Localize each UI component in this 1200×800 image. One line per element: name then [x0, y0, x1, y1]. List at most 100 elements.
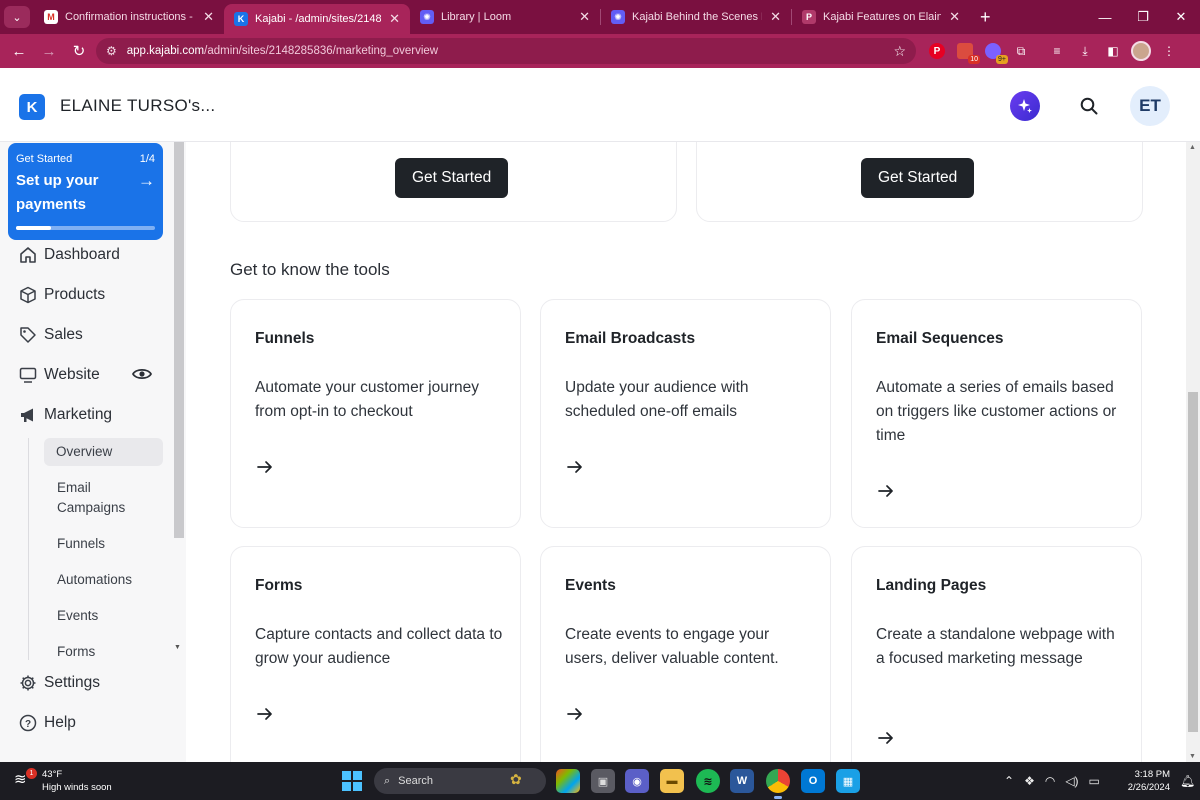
media-control-icon[interactable]: ≡: [1046, 40, 1068, 62]
tool-card-description: Capture contacts and collect data to gro…: [255, 626, 503, 667]
browser-tab-gmail[interactable]: M Confirmation instructions - your ✕: [34, 0, 224, 34]
tab-search-button[interactable]: ⌄: [4, 6, 30, 28]
sidebar-subitem-funnels[interactable]: Funnels: [57, 534, 105, 554]
browser-tab-loom-demo[interactable]: ✺ Kajabi Behind the Scenes Demo ✕: [601, 0, 791, 34]
bookmark-star-icon[interactable]: ☆: [893, 43, 906, 60]
tab-close-icon[interactable]: ✕: [949, 9, 960, 25]
tool-card-landing-pages[interactable]: Landing Pages Create a standalone webpag…: [851, 546, 1142, 762]
timer-extension-icon[interactable]: 9+: [982, 40, 1008, 64]
close-window-icon[interactable]: ✕: [1162, 0, 1200, 34]
site-name[interactable]: ELAINE TURSO's...: [60, 96, 215, 116]
side-panel-icon[interactable]: ◧: [1102, 40, 1124, 62]
new-tab-icon[interactable]: +: [980, 7, 991, 28]
sidebar-subitem-automations[interactable]: Automations: [57, 570, 132, 590]
scroll-down-icon[interactable]: ▼: [1189, 753, 1196, 760]
sidebar-item-website[interactable]: Website: [18, 363, 100, 387]
tool-card-description: Automate your customer journey from opt-…: [255, 379, 479, 420]
taskbar-clock[interactable]: 3:18 PM 2/26/2024: [1118, 768, 1170, 794]
forward-icon[interactable]: →: [34, 36, 64, 66]
windows-start-icon[interactable]: [342, 771, 362, 791]
tab-title: Library | Loom: [441, 11, 512, 23]
site-info-icon[interactable]: ⚙: [106, 44, 117, 58]
sidebar-subitem-forms[interactable]: Forms: [57, 642, 95, 662]
user-avatar[interactable]: ET: [1130, 86, 1170, 126]
tool-card-forms[interactable]: Forms Capture contacts and collect data …: [230, 546, 521, 762]
dropbox-tray-icon[interactable]: ❖: [1024, 774, 1035, 788]
download-icon[interactable]: ⤓: [1074, 40, 1096, 62]
wifi-icon[interactable]: ◠: [1045, 774, 1055, 788]
sidebar-item-products[interactable]: Products: [18, 283, 105, 307]
todoist-extension-icon[interactable]: 10: [954, 40, 980, 64]
tool-card-email-broadcasts[interactable]: Email Broadcasts Update your audience wi…: [540, 299, 831, 528]
profile-avatar-icon[interactable]: [1130, 40, 1152, 62]
sidebar-item-marketing[interactable]: Marketing: [18, 403, 112, 427]
kajabi-logo-icon[interactable]: K: [19, 94, 45, 120]
outlook-app-icon[interactable]: O: [801, 769, 825, 793]
arrow-right-icon[interactable]: [876, 481, 896, 501]
preview-eye-icon[interactable]: [131, 363, 153, 385]
scrollbar-thumb[interactable]: [174, 142, 184, 538]
word-app-icon[interactable]: W: [730, 769, 754, 793]
get-started-button[interactable]: Get Started: [395, 158, 509, 198]
sidebar-item-settings[interactable]: Settings: [18, 671, 100, 695]
search-button[interactable]: [1074, 91, 1104, 121]
sidebar-subitem-email-campaigns[interactable]: Email Campaigns: [57, 478, 147, 518]
browser-tab-loom-library[interactable]: ✺ Library | Loom ✕: [410, 0, 600, 34]
tab-close-icon[interactable]: ✕: [579, 9, 590, 25]
address-bar[interactable]: ⚙ app.kajabi.com/admin/sites/2148285836/…: [96, 38, 916, 64]
sidebar-item-help[interactable]: ? Help: [18, 711, 76, 735]
maximize-icon[interactable]: ❐: [1124, 0, 1162, 34]
chrome-app-icon[interactable]: [766, 769, 790, 799]
browser-menu-icon[interactable]: ⋮: [1158, 40, 1180, 62]
arrow-right-icon[interactable]: [565, 457, 585, 477]
reload-icon[interactable]: ↻: [64, 36, 94, 66]
task-view-icon[interactable]: ▣: [591, 769, 615, 793]
sidebar-subitem-events[interactable]: Events: [57, 606, 98, 626]
get-started-button[interactable]: Get Started: [861, 158, 975, 198]
minimize-icon[interactable]: —: [1086, 0, 1124, 34]
scrollbar-thumb[interactable]: [1188, 392, 1198, 732]
extensions-puzzle-icon[interactable]: ⧉: [1010, 40, 1032, 62]
arrow-right-icon[interactable]: [876, 728, 896, 748]
calculator-app-icon[interactable]: ▦: [836, 769, 860, 793]
copilot-app-icon[interactable]: [556, 769, 580, 793]
onboarding-card: Get Started: [230, 142, 677, 222]
battery-icon[interactable]: ▭: [1089, 774, 1100, 788]
browser-tab-strip: ⌄ M Confirmation instructions - your ✕ K…: [0, 0, 1200, 34]
pinterest-extension-icon[interactable]: P: [926, 40, 948, 62]
sidebar-item-sales[interactable]: Sales: [18, 323, 83, 347]
tool-card-description: Create a standalone webpage with a focus…: [876, 626, 1115, 667]
sidebar-scrollbar[interactable]: ▼: [173, 142, 185, 662]
tray-overflow-icon[interactable]: ⌃: [1004, 774, 1014, 788]
back-icon[interactable]: ←: [4, 36, 34, 66]
tool-card-events[interactable]: Events Create events to engage your user…: [540, 546, 831, 762]
get-started-label: Get Started: [16, 153, 73, 165]
weather-widget[interactable]: ≋ 1 43°F High winds soon: [14, 768, 112, 794]
sidebar-item-dashboard[interactable]: Dashboard: [18, 243, 120, 267]
file-explorer-icon[interactable]: ▬: [660, 769, 684, 793]
sidebar-subitem-overview[interactable]: Overview: [44, 438, 163, 466]
scroll-up-icon[interactable]: ▲: [1189, 144, 1196, 151]
tab-close-icon[interactable]: ✕: [770, 9, 781, 25]
tool-card-funnels[interactable]: Funnels Automate your customer journey f…: [230, 299, 521, 528]
taskbar-search[interactable]: ⌕ Search ✿: [374, 768, 546, 794]
ai-assistant-button[interactable]: [1010, 91, 1040, 121]
sidebar-item-label: Dashboard: [44, 246, 120, 263]
get-started-card[interactable]: Get Started 1/4 Set up your payments →: [8, 143, 163, 240]
tool-card-title: Funnels: [255, 330, 315, 347]
volume-icon[interactable]: ◁): [1065, 774, 1078, 788]
arrow-right-icon[interactable]: [255, 457, 275, 477]
teams-chat-icon[interactable]: ◉: [625, 769, 649, 793]
tab-close-icon[interactable]: ✕: [203, 9, 214, 25]
spotify-icon[interactable]: ≋: [696, 769, 720, 793]
arrow-right-icon[interactable]: [565, 704, 585, 724]
main-scrollbar[interactable]: ▲ ▼: [1186, 142, 1200, 762]
arrow-right-icon[interactable]: [255, 704, 275, 724]
notification-bell-icon[interactable]: 🔔︎: [1180, 774, 1195, 788]
scroll-down-icon[interactable]: ▼: [174, 644, 181, 651]
browser-tab-kajabi[interactable]: K Kajabi - /admin/sites/21482858 ✕: [224, 4, 410, 34]
tool-card-email-sequences[interactable]: Email Sequences Automate a series of ema…: [851, 299, 1142, 528]
browser-tab-kajabi-features[interactable]: P Kajabi Features on Elaine And R ✕: [792, 0, 970, 34]
tab-title: Kajabi Behind the Scenes Demo: [632, 11, 762, 23]
tab-close-icon[interactable]: ✕: [389, 11, 400, 27]
